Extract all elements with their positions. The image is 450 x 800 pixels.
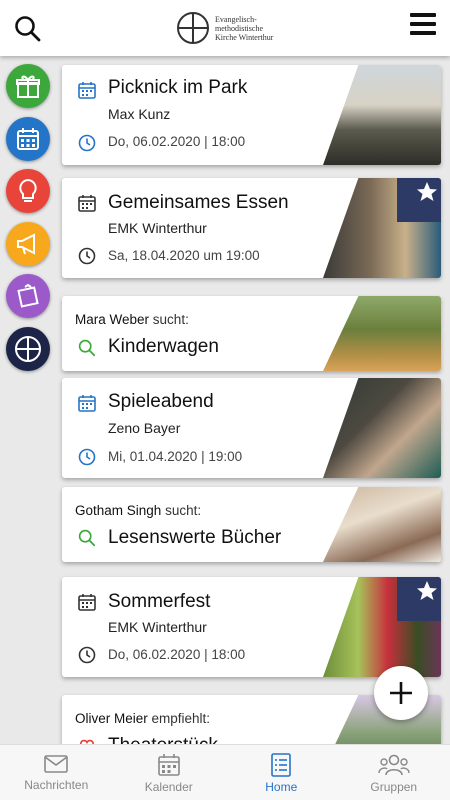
action-verb: sucht: [152,312,189,327]
event-organizer: Max Kunz [108,106,171,122]
calendar-icon [157,754,180,776]
tab-label: Home [265,780,298,794]
idea-category-button[interactable] [6,169,50,213]
top-bar: Evangelisch-methodistische Kirche Winter… [0,0,450,56]
search-card[interactable]: Gotham Singh sucht: Lesenswerte Bücher [62,487,441,562]
heart-icon [78,737,96,744]
tab-label: Kalender [144,780,193,794]
calendar-icon [78,394,96,412]
tab-kalender[interactable]: Kalender [113,745,226,800]
calendar-icon [78,593,96,611]
list-icon [271,753,292,777]
calendar-icon [78,194,96,212]
event-organizer: EMK Winterthur [108,220,207,236]
event-title: Sommerfest [108,591,211,612]
favorite-badge[interactable] [397,178,441,222]
author-name: Gotham Singh [75,503,162,518]
tab-nachrichten[interactable]: Nachrichten [0,745,113,800]
tab-label: Nachrichten [24,778,89,792]
action-verb: sucht: [165,503,202,518]
event-date: Sa, 18.04.2020 um 19:00 [108,248,260,263]
event-card[interactable]: Sommerfest EMK Winterthur Do, 06.02.2020… [62,577,441,677]
event-card[interactable]: Gemeinsames Essen EMK Winterthur Sa, 18.… [62,178,441,278]
tab-gruppen[interactable]: Gruppen [338,745,450,800]
search-image [323,296,441,371]
tab-home[interactable]: Home [225,745,338,800]
clock-icon [78,134,96,152]
bottom-navigation: Nachrichten Kalender Home Gruppen [0,744,450,800]
event-image [323,378,441,478]
home-feed: Picknick im Park Max Kunz Do, 06.02.2020… [0,56,450,744]
event-organizer: EMK Winterthur [108,619,207,635]
cross-logo-icon [177,12,209,44]
search-card[interactable]: Mara Weber sucht: Kinderwagen [62,296,441,371]
clock-icon [78,247,96,265]
calendar-icon [17,127,39,150]
clock-icon [78,646,96,664]
author-name: Mara Weber [75,312,150,327]
category-sidebar [6,64,52,379]
search-title: Kinderwagen [108,336,219,357]
hamburger-menu-icon[interactable] [410,13,436,39]
recommendation-title: Theaterstück [108,735,218,744]
gift-category-button[interactable] [6,64,50,108]
search-author: Mara Weber sucht: [75,312,189,327]
note-category-button[interactable] [6,274,50,318]
event-date: Mi, 01.04.2020 | 19:00 [108,449,243,464]
church-category-button[interactable] [6,326,50,371]
logo-text: Evangelisch-methodistische Kirche Winter… [215,14,274,42]
event-title: Spieleabend [108,391,214,412]
star-icon [417,182,437,201]
gift-icon [16,75,40,98]
calendar-icon [78,81,96,99]
action-verb: empfiehlt: [151,711,211,726]
event-card[interactable]: Spieleabend Zeno Bayer Mi, 01.04.2020 | … [62,378,441,478]
star-icon [417,581,437,600]
search-icon [78,339,96,357]
event-date: Do, 06.02.2020 | 18:00 [108,134,246,149]
mail-icon [44,755,69,773]
author-name: Oliver Meier [75,711,148,726]
search-author: Gotham Singh sucht: [75,503,201,518]
search-icon[interactable] [14,15,42,43]
event-title: Gemeinsames Essen [108,192,289,213]
tab-label: Gruppen [370,780,418,794]
recommendation-author: Oliver Meier empfiehlt: [75,711,210,726]
clock-icon [78,448,96,466]
favorite-badge[interactable] [397,577,441,621]
event-title: Picknick im Park [108,77,248,98]
megaphone-icon [17,232,35,255]
event-image [323,65,441,165]
calendar-category-button[interactable] [6,116,50,161]
groups-icon [378,754,410,776]
cross-icon [15,335,41,362]
event-organizer: Zeno Bayer [108,420,181,436]
search-icon [78,529,96,547]
church-logo[interactable]: Evangelisch-methodistische Kirche Winter… [177,12,277,44]
plus-icon [390,682,412,704]
announcement-category-button[interactable] [6,221,50,266]
add-button[interactable] [374,666,428,720]
event-card[interactable]: Picknick im Park Max Kunz Do, 06.02.2020… [62,65,441,165]
lightbulb-icon [19,178,37,202]
event-date: Do, 06.02.2020 | 18:00 [108,647,246,662]
search-image [323,487,441,562]
search-title: Lesenswerte Bücher [108,527,282,548]
note-icon [17,283,39,308]
